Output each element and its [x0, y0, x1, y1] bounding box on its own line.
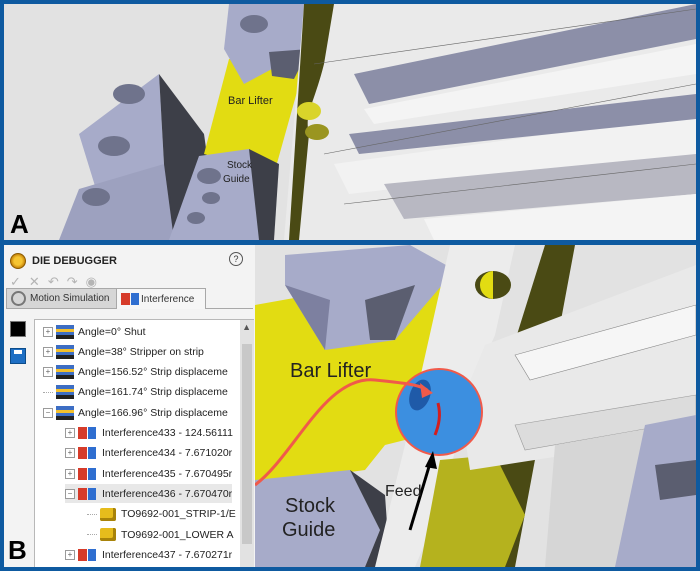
angle-icon: [56, 405, 74, 420]
stock-guide-label-b-line2: Guide: [282, 519, 336, 541]
tree-row[interactable]: + Angle=0° Shut: [43, 322, 146, 341]
tab-interference-label: Interference: [141, 293, 195, 305]
interference-tree: + Angle=0° Shut + Angle=38° Stripper on str…: [34, 319, 254, 567]
expand-icon[interactable]: +: [43, 367, 53, 378]
bar-lifter-label-b: Bar Lifter: [290, 360, 372, 382]
tree-row-label: Interference435 - 7.670495r: [102, 467, 233, 480]
panel-b-3d-view: Bar Lifter Feed Stock Guide: [255, 245, 696, 567]
tab-interference[interactable]: Interference: [116, 288, 206, 309]
tree-row-label: Angle=156.52° Strip displaceme: [78, 366, 228, 379]
help-icon[interactable]: ?: [229, 252, 243, 266]
tab-motion-simulation[interactable]: Motion Simulation: [6, 288, 122, 308]
tree-row[interactable]: + Interference433 - 124.56111: [65, 424, 233, 443]
die-debugger-logo-icon: [10, 253, 26, 269]
panel-a-render: [4, 4, 696, 240]
interference-icon: [78, 446, 98, 460]
tree-row-label: Interference437 - 7.670271r: [102, 548, 233, 561]
tree-row[interactable]: − Interference436 - 7.670470r: [65, 484, 233, 504]
angle-icon: [56, 385, 74, 400]
stock-guide-label-a-line2: Guide: [223, 174, 250, 185]
tree-row-label: Interference436 - 7.670470r: [102, 487, 233, 500]
debugger-header: DIE DEBUGGER: [10, 251, 117, 271]
stock-guide-label-a-line1: Stock: [227, 160, 253, 171]
feed-label: Feed: [385, 483, 422, 500]
interference-tab-icon: [121, 292, 139, 306]
die-debugger-panel: DIE DEBUGGER ? ✓ ✕ ↶ ↷ ◉ Motion Simulati…: [4, 245, 255, 567]
tree-row-label: Interference433 - 124.56111: [102, 427, 233, 439]
tree-row[interactable]: TO9692-001_STRIP-1/E: [87, 505, 236, 524]
tree-connector: [87, 513, 97, 515]
tree-row[interactable]: + Interference437 - 7.670271r: [65, 545, 232, 564]
expand-icon[interactable]: +: [65, 468, 75, 479]
interference-icon: [78, 548, 98, 562]
tree-row[interactable]: + Interference434 - 7.671020r: [65, 444, 232, 463]
interference-icon: [78, 467, 98, 481]
tree-row[interactable]: + Angle=156.52° Strip displaceme: [43, 363, 228, 382]
tree-row[interactable]: Angle=161.74° Strip displaceme: [43, 383, 228, 402]
interference-icon: [78, 426, 98, 440]
motion-simulation-icon: [11, 291, 26, 306]
side-tools: [10, 321, 26, 364]
scroll-thumb[interactable]: [242, 344, 252, 544]
tree-row[interactable]: + Interference435 - 7.670495r: [65, 464, 232, 483]
expand-icon[interactable]: +: [65, 549, 75, 560]
interference-icon: [78, 487, 98, 501]
debugger-title: DIE DEBUGGER: [32, 255, 117, 267]
tree-row-label: Angle=166.96° Strip displaceme: [78, 406, 228, 419]
angle-icon: [56, 344, 74, 359]
tree-row[interactable]: + Angle=38° Stripper on strip: [43, 342, 204, 361]
expand-icon[interactable]: +: [65, 448, 75, 459]
color-swatch-button[interactable]: [10, 321, 26, 337]
tree-row-label: Angle=38° Stripper on strip: [78, 345, 204, 358]
angle-icon: [56, 324, 74, 339]
tree-row[interactable]: − Angle=166.96° Strip displaceme: [43, 403, 228, 422]
tree-connector: [87, 534, 97, 535]
save-icon[interactable]: [10, 348, 26, 364]
tab-motion-simulation-label: Motion Simulation: [30, 293, 110, 304]
part-icon: [100, 528, 116, 541]
tree-connector: [43, 391, 53, 393]
tree-row-label: TO9692-001_STRIP-1/E: [121, 508, 236, 521]
scroll-up-icon[interactable]: ▲: [242, 322, 251, 332]
part-icon: [100, 507, 116, 521]
panel-a-3d-view: Bar Lifter Stock Guide A: [4, 4, 696, 240]
bar-lifter-label-a: Bar Lifter: [228, 95, 273, 107]
collapse-icon[interactable]: −: [65, 488, 75, 499]
panel-letter-b: B: [8, 535, 27, 565]
tree-scrollbar[interactable]: ▲: [240, 320, 254, 567]
tree-row-label: TO9692-001_LOWER A: [121, 528, 234, 541]
tree-row[interactable]: TO9692-001_LOWER A: [87, 525, 233, 544]
tree-row-label: Angle=0° Shut: [78, 325, 146, 338]
expand-icon[interactable]: +: [65, 428, 75, 438]
tree-row-label: Angle=161.74° Strip displaceme: [78, 386, 228, 399]
panel-letter-a: A: [10, 209, 29, 239]
debugger-tabs: Motion Simulation Interference: [6, 288, 253, 309]
collapse-icon[interactable]: −: [43, 407, 53, 418]
expand-icon[interactable]: +: [43, 326, 53, 337]
stock-guide-label-b-line1: Stock: [285, 495, 336, 517]
tree-row-label: Interference434 - 7.671020r: [102, 447, 233, 460]
expand-icon[interactable]: +: [43, 346, 53, 357]
angle-icon: [56, 365, 74, 380]
